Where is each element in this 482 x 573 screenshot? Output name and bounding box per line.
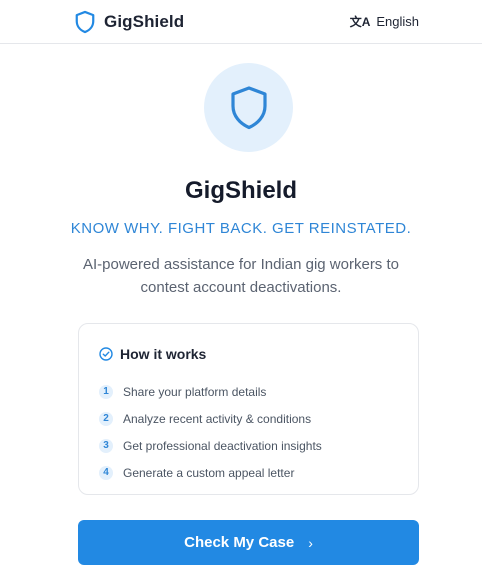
step-text: Analyze recent activity & conditions	[123, 411, 312, 426]
step-text: Get professional deactivation insights	[123, 438, 322, 453]
shield-icon	[230, 85, 267, 129]
step-item: 4 Generate a custom appeal letter	[99, 459, 322, 486]
step-item: 3 Get professional deactivation insights	[99, 432, 322, 459]
page-title: GigShield	[184, 177, 297, 204]
shield-icon	[75, 10, 95, 34]
description: AI-powered assistance for Indian gig wor…	[83, 256, 399, 296]
how-it-works-title: How it works	[120, 346, 207, 362]
brand-logo[interactable]: GigShield	[74, 10, 184, 34]
step-number: 4	[99, 465, 113, 480]
step-number: 3	[99, 438, 113, 453]
check-my-case-button[interactable]: Check My Case ›	[78, 520, 419, 565]
how-it-works-header: How it works	[99, 346, 206, 362]
step-text: Generate a custom appeal letter	[123, 465, 295, 480]
step-number: 2	[99, 411, 113, 426]
step-text: Share your platform details	[123, 384, 267, 399]
top-bar: GigShield 文A English	[0, 0, 482, 44]
check-circle-icon	[99, 347, 113, 361]
step-item: 1 Share your platform details	[99, 378, 322, 405]
tagline: KNOW WHY. FIGHT BACK. GET REINSTATED.	[70, 220, 412, 237]
translate-icon: 文A	[349, 15, 371, 29]
step-number: 1	[99, 384, 113, 399]
chevron-right-icon: ›	[308, 534, 313, 551]
check-my-case-label: Check My Case	[184, 534, 295, 551]
how-it-works-card: How it works 1 Share your platform detai…	[78, 323, 419, 495]
steps-list: 1 Share your platform details 2 Analyze …	[99, 378, 322, 486]
step-item: 2 Analyze recent activity & conditions	[99, 405, 322, 432]
language-label: English	[376, 14, 419, 29]
language-selector[interactable]: 文A English	[350, 14, 419, 30]
hero-shield-badge	[204, 63, 293, 152]
brand-name: GigShield	[104, 12, 185, 31]
